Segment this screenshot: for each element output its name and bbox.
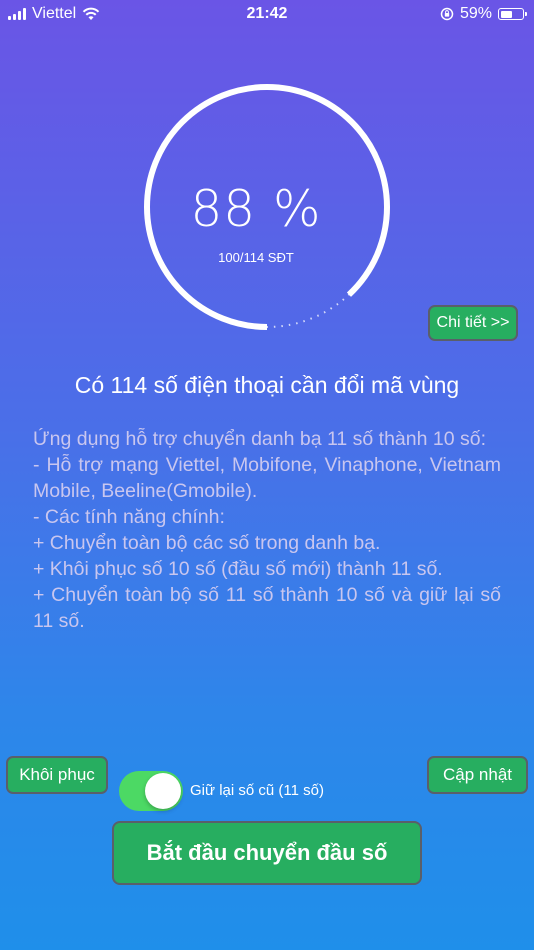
toggle-knob[interactable] (145, 773, 181, 809)
progress-percent: 88 % (190, 180, 322, 238)
restore-button[interactable]: Khôi phục (6, 756, 108, 794)
start-convert-button[interactable]: Bắt đầu chuyển đầu số (112, 821, 422, 885)
update-button[interactable]: Cập nhật (427, 756, 528, 794)
keep-old-number-toggle[interactable] (119, 771, 183, 811)
headline: Có 114 số điện thoại cần đổi mã vùng (74, 372, 460, 398)
description: Ứng dụng hỗ trợ chuyển danh bạ 11 số thà… (33, 428, 501, 632)
toggle-label: Giữ lại số cũ (11 số) (190, 782, 324, 799)
progress-count: 100/114 SĐT (218, 250, 294, 265)
detail-button[interactable]: Chi tiết >> (428, 305, 518, 341)
